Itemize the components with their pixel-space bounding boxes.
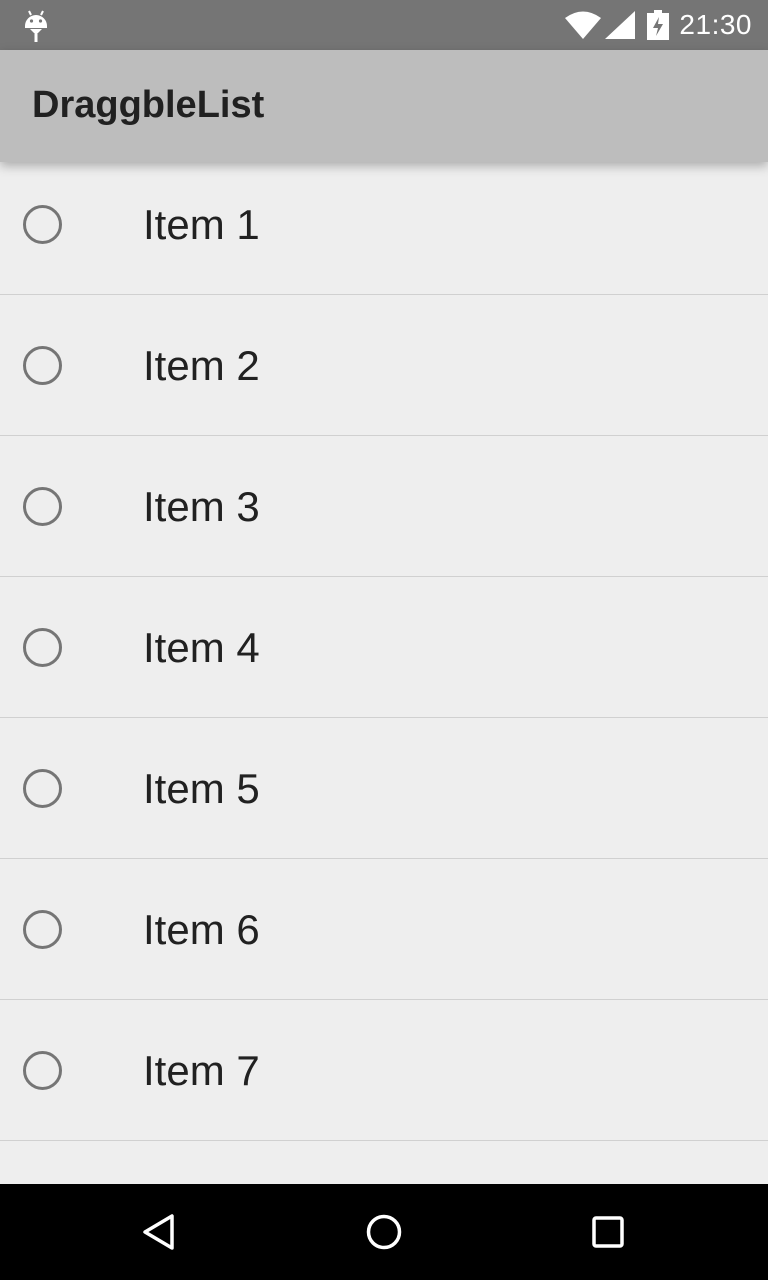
list-item[interactable]: Item 7 (0, 1000, 768, 1141)
list-item-label: Item 3 (143, 483, 260, 530)
navigation-bar (0, 1184, 768, 1280)
radio-button[interactable] (23, 1051, 62, 1090)
status-bar: 21:30 (0, 0, 768, 50)
radio-button[interactable] (23, 205, 62, 244)
signal-icon (605, 11, 636, 39)
list-item-label: Item 6 (143, 906, 260, 953)
list-item[interactable]: Item 5 (0, 718, 768, 859)
app-bar: DraggbleList (0, 50, 768, 162)
radio-button[interactable] (23, 487, 62, 526)
radio-button[interactable] (23, 769, 62, 808)
screen: 21:30 DraggbleList Item 1 Item 2 Item 3 … (0, 0, 768, 1280)
android-debug-icon (25, 10, 47, 42)
status-time: 21:30 (679, 9, 752, 40)
list-item[interactable]: Item 1 (0, 154, 768, 295)
draggable-list: Item 1 Item 2 Item 3 Item 4 Item 5 Item … (0, 154, 768, 1280)
list-item[interactable]: Item 2 (0, 295, 768, 436)
recents-icon[interactable] (588, 1212, 628, 1252)
list-item[interactable]: Item 4 (0, 577, 768, 718)
list-item-label: Item 5 (143, 765, 260, 812)
home-icon[interactable] (364, 1212, 404, 1252)
wifi-icon (565, 11, 602, 39)
list-item[interactable]: Item 3 (0, 436, 768, 577)
battery-charging-icon (647, 10, 670, 40)
list-item[interactable]: Item 6 (0, 859, 768, 1000)
app-title: DraggbleList (32, 84, 265, 126)
radio-button[interactable] (23, 910, 62, 949)
radio-button[interactable] (23, 346, 62, 385)
list-item-label: Item 1 (143, 201, 260, 248)
list-item-label: Item 2 (143, 342, 260, 389)
back-icon[interactable] (140, 1212, 180, 1252)
list-item-label: Item 7 (143, 1047, 260, 1094)
status-icons: 21:30 (565, 0, 752, 50)
radio-button[interactable] (23, 628, 62, 667)
list-item-label: Item 4 (143, 624, 260, 671)
